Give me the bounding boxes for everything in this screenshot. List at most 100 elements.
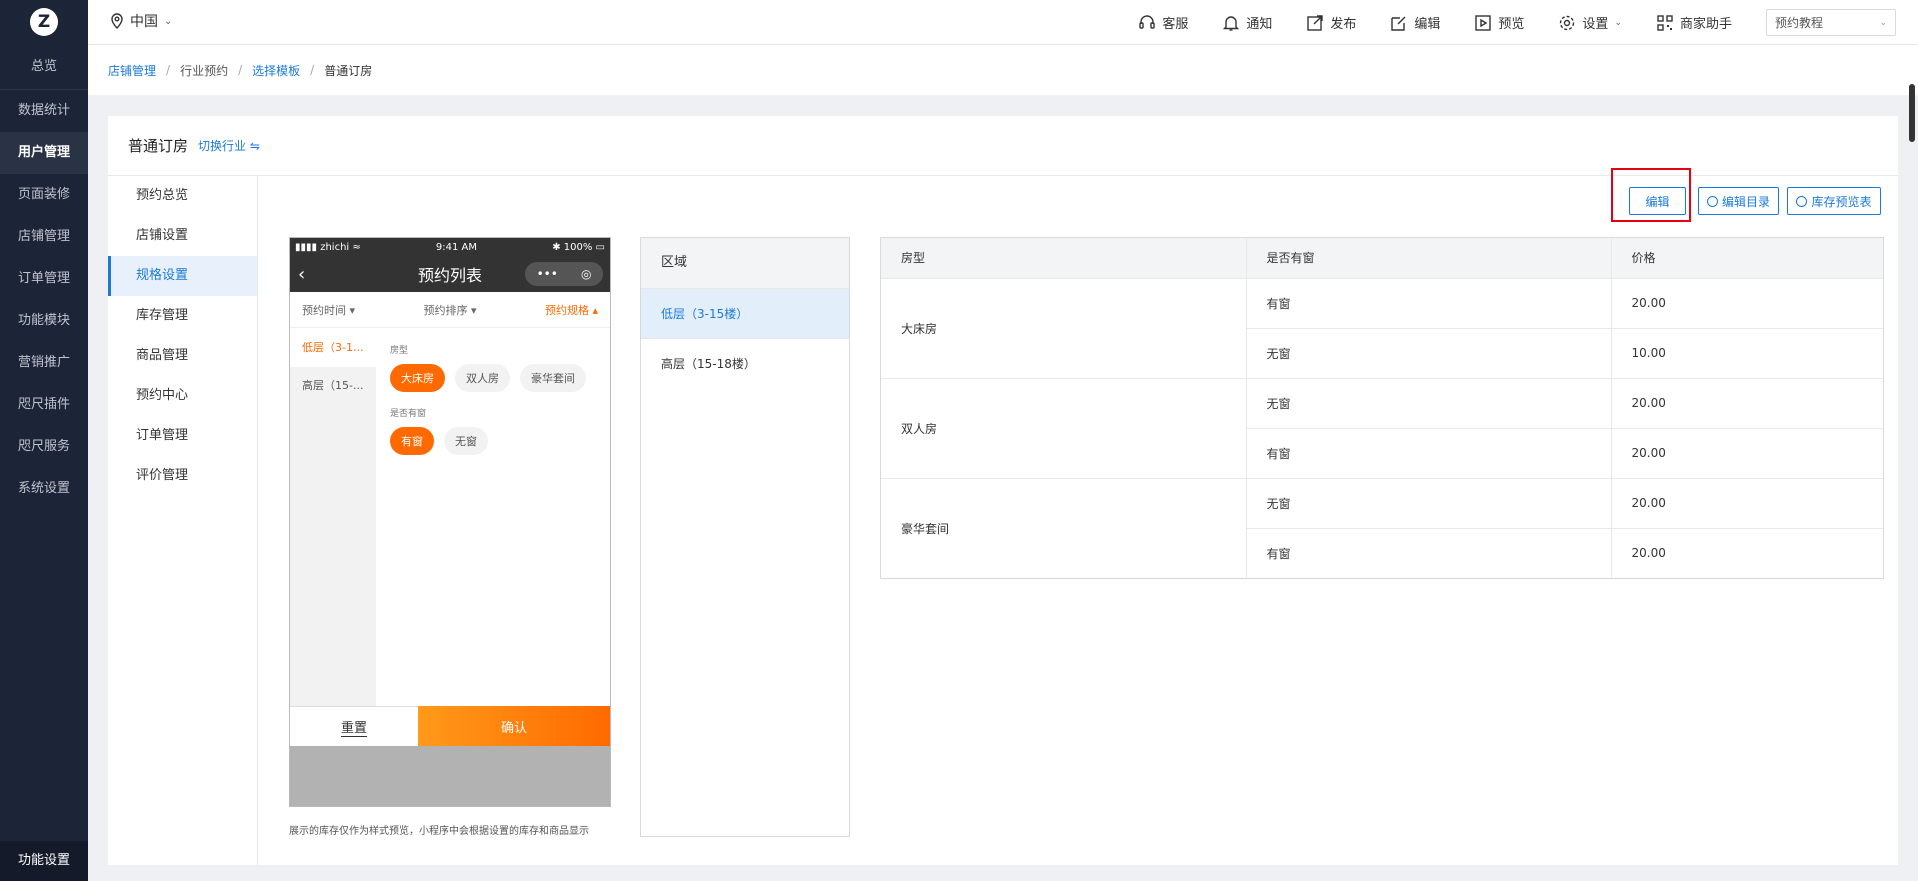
subnav-products[interactable]: 商品管理 bbox=[108, 336, 257, 376]
notification-button[interactable]: 通知 bbox=[1222, 13, 1272, 32]
carrier: ▮▮▮▮ zhichi ≈ bbox=[295, 241, 361, 253]
chip-deluxe-suite[interactable]: 豪华套间 bbox=[520, 364, 586, 392]
chip-king-room[interactable]: 大床房 bbox=[390, 364, 445, 392]
price-cell[interactable]: 20.00 bbox=[1610, 527, 1883, 578]
settings-button[interactable]: 设置 ⌄ bbox=[1558, 13, 1622, 32]
edit-button[interactable]: 编辑 bbox=[1629, 187, 1686, 215]
window-label: 是否有窗 bbox=[390, 409, 427, 419]
sidebar-item-order-management[interactable]: 订单管理 bbox=[0, 258, 88, 300]
sidebar-function-settings[interactable]: 功能设置 bbox=[0, 841, 88, 881]
price-cell[interactable]: 20.00 bbox=[1610, 477, 1883, 528]
price-cell[interactable]: 10.00 bbox=[1610, 327, 1883, 378]
price-cell[interactable]: 20.00 bbox=[1610, 277, 1883, 328]
back-arrow-icon[interactable]: ‹ bbox=[298, 264, 305, 285]
filter-booking-spec[interactable]: 预约规格 ▴ bbox=[545, 302, 598, 318]
edit-top-button[interactable]: 编辑 bbox=[1390, 13, 1440, 32]
chevron-down-icon: ⌄ bbox=[164, 15, 173, 27]
subnav-booking-center[interactable]: 预约中心 bbox=[108, 376, 257, 416]
publish-button[interactable]: 发布 bbox=[1306, 13, 1356, 32]
column-room-type: 房型 bbox=[881, 238, 1246, 278]
window-chips: 有窗 无窗 bbox=[390, 427, 610, 455]
chip-no-window[interactable]: 无窗 bbox=[444, 427, 488, 455]
breadcrumb-industry-booking: 行业预约 bbox=[180, 63, 229, 78]
chevron-down-icon: ⌄ bbox=[1614, 17, 1622, 28]
chip-twin-room[interactable]: 双人房 bbox=[455, 364, 510, 392]
price-cell[interactable]: 20.00 bbox=[1610, 427, 1883, 478]
sidebar-item-services[interactable]: 咫尺服务 bbox=[0, 426, 88, 468]
sidebar-item-system-settings[interactable]: 系统设置 bbox=[0, 468, 88, 510]
region-selector[interactable]: 中国 ⌄ bbox=[110, 11, 172, 31]
room-type-cell: 双人房 bbox=[881, 377, 1246, 478]
customer-service-button[interactable]: 客服 bbox=[1138, 13, 1188, 32]
settings-label: 设置 bbox=[1582, 17, 1609, 32]
price-table: 房型 是否有窗 价格 大床房 有窗 20.00 无窗 10.00 双人房 无窗 bbox=[880, 237, 1884, 579]
more-dots-icon: ••• bbox=[536, 267, 558, 281]
subnav-reviews[interactable]: 评价管理 bbox=[108, 456, 257, 496]
left-sidebar: Z 总览 数据统计 用户管理 页面装修 店铺管理 订单管理 功能模块 营销推广 … bbox=[0, 0, 88, 881]
sidebar-item-page-decoration[interactable]: 页面装修 bbox=[0, 174, 88, 216]
subnav-orders[interactable]: 订单管理 bbox=[108, 416, 257, 456]
chip-with-window[interactable]: 有窗 bbox=[390, 427, 434, 455]
switch-industry-link[interactable]: 切换行业 ⇋ bbox=[198, 137, 260, 154]
app-logo[interactable]: Z bbox=[0, 0, 88, 44]
overlay-shade bbox=[290, 746, 610, 806]
sidebar-item-overview[interactable]: 总览 bbox=[0, 44, 88, 90]
circle-icon bbox=[1706, 195, 1718, 207]
area-list: 区域 低层（3-15楼） 高层（15-18楼） bbox=[640, 237, 850, 837]
breadcrumb-select-template[interactable]: 选择模板 bbox=[252, 62, 300, 79]
area-item-low[interactable]: 低层（3-15楼） bbox=[641, 288, 849, 338]
preview-button[interactable]: 预览 bbox=[1474, 13, 1524, 32]
subnav-spec-settings[interactable]: 规格设置 bbox=[108, 256, 257, 296]
region-label: 中国 bbox=[130, 14, 158, 30]
tutorial-select-value: 预约教程 bbox=[1775, 16, 1824, 30]
top-bar: 中国 ⌄ 客服 通知 发布 编辑 预览 设置 ⌄ 商家助手 预约教程 ⌄ bbox=[88, 0, 1918, 45]
qr-code-icon bbox=[1657, 14, 1673, 31]
table-header-row: 房型 是否有窗 价格 bbox=[881, 238, 1883, 278]
bell-icon bbox=[1223, 15, 1240, 31]
subnav-booking-overview[interactable]: 预约总览 bbox=[108, 176, 257, 216]
window-cell: 有窗 bbox=[1245, 527, 1611, 578]
reset-button[interactable]: 重置 bbox=[290, 706, 418, 746]
window-cell: 无窗 bbox=[1245, 327, 1611, 378]
stock-preview-button[interactable]: 库存预览表 bbox=[1787, 187, 1881, 215]
filter-booking-time[interactable]: 预约时间 ▾ bbox=[302, 302, 355, 318]
tutorial-select[interactable]: 预约教程 ⌄ bbox=[1766, 9, 1896, 36]
sidebar-item-plugins[interactable]: 咫尺插件 bbox=[0, 384, 88, 426]
sidebar-item-user-management[interactable]: 用户管理 bbox=[0, 132, 88, 174]
subnav-store-settings[interactable]: 店铺设置 bbox=[108, 216, 257, 256]
top-tools: 客服 通知 发布 编辑 预览 设置 ⌄ 商家助手 预约教程 ⌄ bbox=[1138, 0, 1918, 45]
sidebar-item-feature-modules[interactable]: 功能模块 bbox=[0, 300, 88, 342]
mini-program-capsule[interactable]: ••• ◎ bbox=[525, 262, 603, 286]
headset-icon bbox=[1139, 14, 1156, 29]
breadcrumb-separator: / bbox=[166, 63, 171, 77]
confirm-button[interactable]: 确认 bbox=[418, 706, 610, 746]
filter-booking-sort[interactable]: 预约排序 ▾ bbox=[423, 302, 476, 318]
column-price: 价格 bbox=[1610, 238, 1883, 278]
window-cell: 有窗 bbox=[1245, 427, 1611, 478]
merchant-assistant-button[interactable]: 商家助手 bbox=[1656, 13, 1732, 32]
floor-item-high[interactable]: 高层（15-... bbox=[290, 367, 376, 405]
subnav-inventory[interactable]: 库存管理 bbox=[108, 296, 257, 336]
stock-preview-label: 库存预览表 bbox=[1811, 194, 1872, 209]
preview-note: 展示的库存仅作为样式预览，小程序中会根据设置的库存和商品显示 bbox=[289, 826, 589, 837]
price-cell[interactable]: 20.00 bbox=[1610, 377, 1883, 428]
breadcrumb-store-management[interactable]: 店铺管理 bbox=[108, 62, 156, 79]
page-scrollbar[interactable] bbox=[1909, 84, 1915, 142]
table-row: 大床房 有窗 20.00 bbox=[881, 277, 1883, 378]
sidebar-item-store-management[interactable]: 店铺管理 bbox=[0, 216, 88, 258]
location-pin-icon bbox=[111, 13, 123, 29]
phone-filter-body: 低层（3-1... 高层（15-... 房型 大床房 双人房 豪华套间 是否有窗… bbox=[290, 329, 610, 706]
sidebar-item-marketing[interactable]: 营销推广 bbox=[0, 342, 88, 384]
breadcrumb-separator: / bbox=[310, 63, 315, 77]
edit-catalog-button[interactable]: 编辑目录 bbox=[1698, 187, 1779, 215]
publish-icon bbox=[1307, 14, 1324, 31]
circle-icon bbox=[1796, 195, 1808, 207]
phone-title: 预约列表 bbox=[417, 266, 482, 285]
phone-filter-bar: 预约时间 ▾ 预约排序 ▾ 预约规格 ▴ bbox=[290, 292, 610, 328]
floor-item-low[interactable]: 低层（3-1... bbox=[290, 329, 376, 367]
edit-catalog-label: 编辑目录 bbox=[1721, 194, 1770, 209]
main-panel: 普通订房 切换行业 ⇋ 预约总览 店铺设置 规格设置 库存管理 商品管理 预约中… bbox=[108, 116, 1898, 865]
sidebar-item-data-stats[interactable]: 数据统计 bbox=[0, 90, 88, 132]
battery: ✱ 100% ▭ bbox=[552, 241, 605, 253]
area-item-high[interactable]: 高层（15-18楼） bbox=[641, 338, 849, 388]
